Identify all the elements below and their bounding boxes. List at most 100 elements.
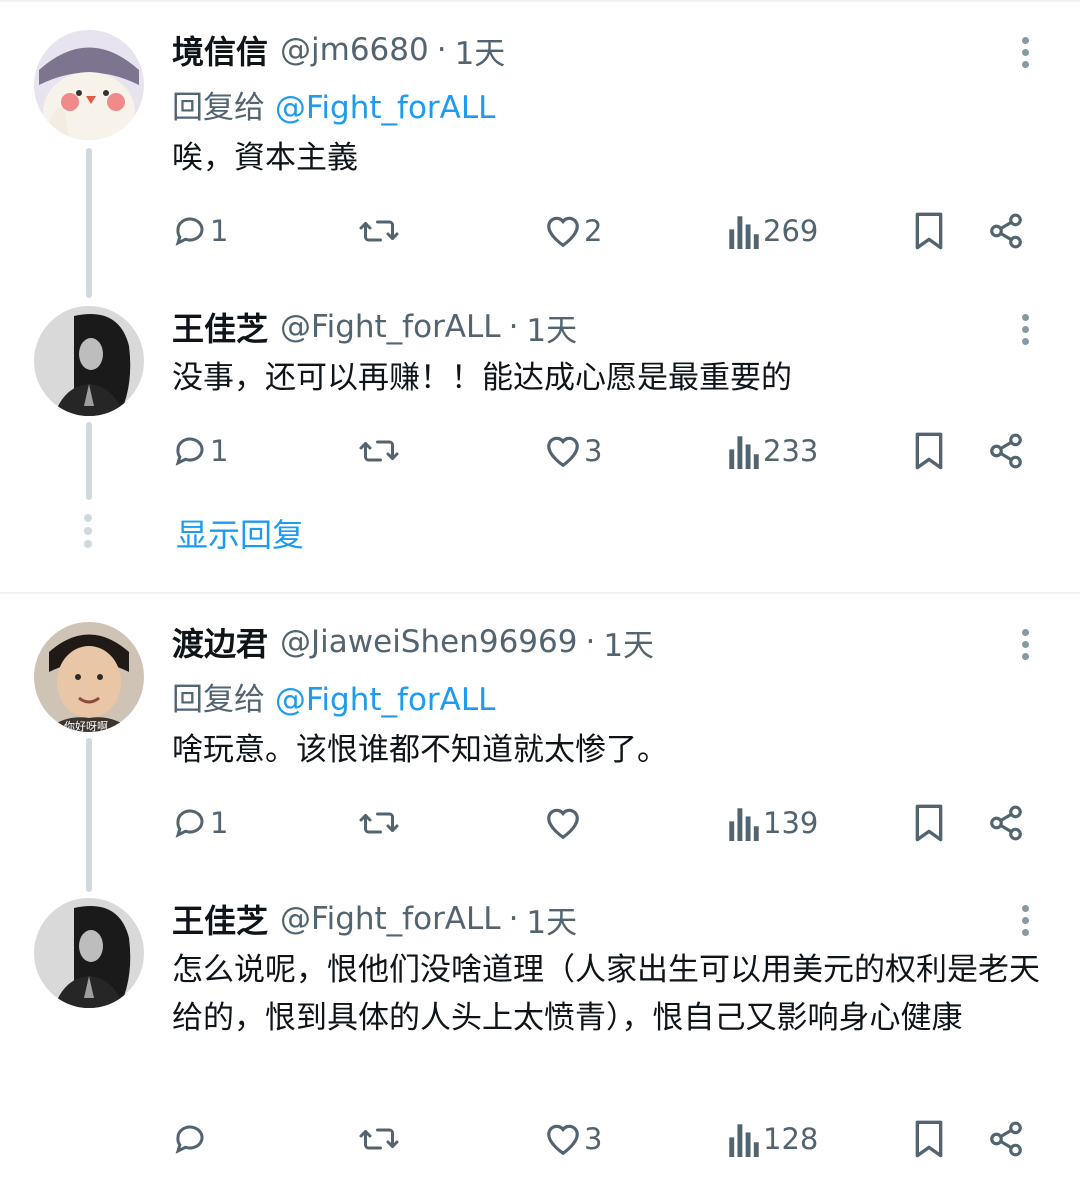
author-handle[interactable]: @jm6680 (280, 32, 429, 68)
tweet-header: 渡边君 @JiaweiShen96969 · 1天 (172, 617, 654, 667)
bookmark-icon (915, 212, 943, 250)
like-button[interactable]: 2 (544, 206, 602, 256)
show-replies-link[interactable]: 显示回复 (176, 510, 304, 556)
thread-line (86, 422, 92, 500)
more-icon[interactable] (1010, 624, 1040, 664)
like-button[interactable] (544, 798, 584, 848)
reply-button[interactable]: 1 (172, 426, 228, 476)
avatar[interactable] (34, 306, 144, 416)
thread-line (86, 148, 92, 298)
bar-chart-icon (729, 436, 759, 469)
bookmark-button[interactable] (912, 426, 946, 476)
bar-chart-icon (729, 808, 759, 841)
retweet-button[interactable] (357, 206, 401, 256)
thread-line (86, 738, 92, 892)
action-bar: 1 3 233 (172, 426, 1052, 476)
share-button[interactable] (987, 206, 1025, 256)
reply-to-link[interactable]: @Fight_forALL (275, 90, 496, 126)
more-icon[interactable] (1010, 900, 1040, 940)
views-button[interactable]: 233 (727, 426, 818, 476)
reply-to-link[interactable]: @Fight_forALL (275, 682, 496, 718)
timestamp[interactable]: 1天 (603, 620, 654, 665)
views-button[interactable]: 128 (727, 1114, 818, 1164)
speech-bubble-icon (175, 1125, 204, 1154)
tweet-header: 王佳芝 @Fight_forALL · 1天 (172, 302, 577, 352)
share-icon (990, 1121, 1022, 1157)
reply-prefix: 回复给 (172, 90, 265, 126)
author-name[interactable]: 渡边君 (172, 619, 268, 665)
bar-chart-icon (729, 1124, 759, 1157)
reply-button[interactable]: 1 (172, 798, 228, 848)
retweet-button[interactable] (357, 1114, 401, 1164)
heart-icon (547, 1124, 579, 1156)
author-name[interactable]: 境信信 (172, 27, 268, 73)
separator: · (508, 309, 519, 345)
reply-prefix: 回复给 (172, 682, 265, 718)
share-icon (990, 433, 1022, 469)
views-button[interactable]: 139 (727, 798, 818, 848)
author-handle[interactable]: @JiaweiShen96969 (280, 624, 577, 660)
bar-chart-icon (729, 216, 759, 249)
bookmark-button[interactable] (912, 1114, 946, 1164)
share-button[interactable] (987, 426, 1025, 476)
share-button[interactable] (987, 1114, 1025, 1164)
bookmark-button[interactable] (912, 206, 946, 256)
bookmark-button[interactable] (912, 798, 946, 848)
views-button[interactable]: 269 (727, 206, 818, 256)
tweet-header: 境信信 @jm6680 · 1天 (172, 25, 505, 75)
view-count: 139 (763, 806, 819, 840)
like-button[interactable]: 3 (544, 1114, 602, 1164)
heart-icon (547, 808, 579, 840)
separator: · (585, 624, 596, 660)
author-handle[interactable]: @Fight_forALL (280, 309, 501, 345)
tweet-text: 没事，还可以再赚！！能达成心愿是最重要的 (172, 360, 792, 396)
avatar[interactable] (34, 30, 144, 140)
timestamp[interactable]: 1天 (455, 28, 506, 73)
action-bar: 1 139 (172, 798, 1052, 848)
timestamp[interactable]: 1天 (526, 305, 577, 350)
author-handle[interactable]: @Fight_forALL (280, 901, 501, 937)
share-button[interactable] (987, 798, 1025, 848)
author-name[interactable]: 王佳芝 (172, 896, 268, 942)
view-count: 128 (763, 1122, 819, 1156)
like-count: 2 (584, 214, 603, 248)
action-bar: 1 2 269 (172, 206, 1052, 256)
reply-button[interactable] (172, 1114, 210, 1164)
retweet-button[interactable] (357, 798, 401, 848)
retweet-arrows-icon (359, 220, 399, 242)
tweet-text: 啥玩意。该恨谁都不知道就太惨了。 (172, 732, 668, 768)
share-icon (990, 213, 1022, 249)
thread-continuation-dots (84, 514, 92, 548)
reply-count: 1 (210, 434, 229, 468)
like-button[interactable]: 3 (544, 426, 602, 476)
retweet-arrows-icon (359, 1128, 399, 1150)
retweet-arrows-icon (359, 812, 399, 834)
bookmark-icon (915, 432, 943, 470)
more-icon[interactable] (1010, 32, 1040, 72)
speech-bubble-icon (175, 217, 204, 246)
like-count: 3 (584, 434, 603, 468)
view-count: 233 (763, 434, 819, 468)
share-icon (990, 805, 1022, 841)
avatar-caption: 你好呀啊 (64, 720, 108, 732)
reply-count: 1 (210, 806, 229, 840)
bookmark-icon (915, 804, 943, 842)
view-count: 269 (763, 214, 819, 248)
reply-context: 回复给 @Fight_forALL (172, 82, 495, 127)
avatar[interactable]: 你好呀啊 (34, 622, 144, 732)
retweet-arrows-icon (359, 440, 399, 462)
section-divider (0, 592, 1080, 594)
author-name[interactable]: 王佳芝 (172, 304, 268, 350)
more-icon[interactable] (1010, 309, 1040, 349)
reply-button[interactable]: 1 (172, 206, 228, 256)
tweet-header: 王佳芝 @Fight_forALL · 1天 (172, 894, 577, 944)
avatar[interactable] (34, 898, 144, 1008)
speech-bubble-icon (175, 809, 204, 838)
retweet-button[interactable] (357, 426, 401, 476)
separator: · (436, 32, 447, 68)
bookmark-icon (915, 1120, 943, 1158)
separator: · (508, 901, 519, 937)
timestamp[interactable]: 1天 (526, 897, 577, 942)
reply-count: 1 (210, 214, 229, 248)
top-divider (0, 0, 1080, 2)
